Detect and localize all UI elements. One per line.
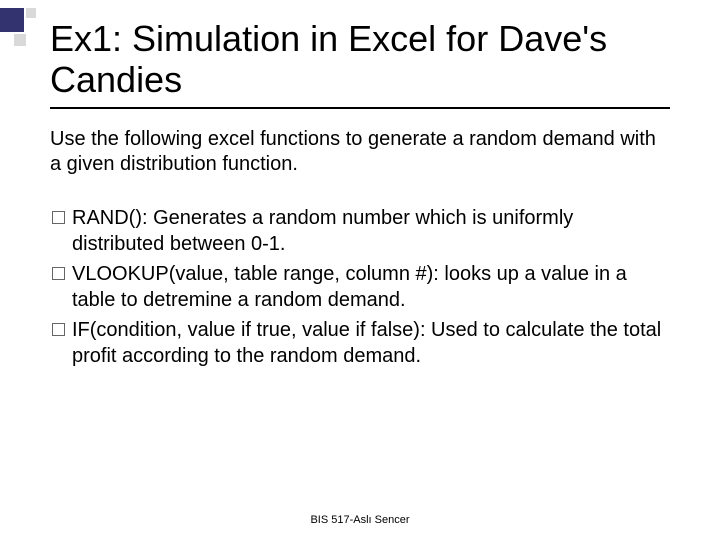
title-rule (50, 107, 670, 109)
bullet-list: RAND(): Generates a random number which … (50, 205, 670, 369)
intro-text: Use the following excel functions to gen… (50, 127, 670, 177)
list-item: IF(condition, value if true, value if fa… (50, 317, 670, 369)
list-item: VLOOKUP(value, table range, column #): l… (50, 261, 670, 313)
slide-title: Ex1: Simulation in Excel for Dave's Cand… (50, 18, 670, 101)
slide-content: Ex1: Simulation in Excel for Dave's Cand… (0, 0, 720, 540)
slide-footer: BIS 517-Aslı Sencer (0, 514, 720, 526)
list-item: RAND(): Generates a random number which … (50, 205, 670, 257)
